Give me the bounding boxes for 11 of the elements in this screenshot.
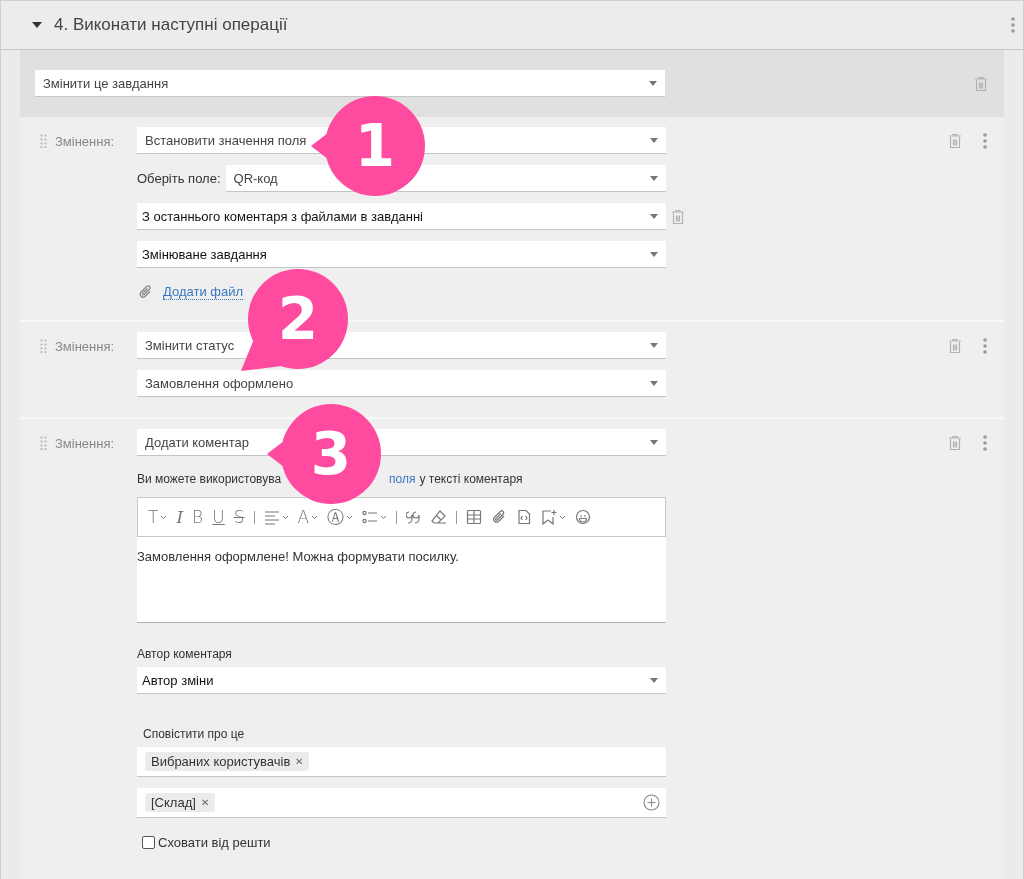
action-label: Змінення: (55, 436, 115, 451)
author-label: Автор коментаря (137, 646, 233, 661)
action-label: Змінення: (55, 134, 115, 149)
hint-text: Ви можете використовува (137, 472, 282, 486)
field-label: Оберіть поле: (137, 171, 221, 186)
notify-tag: Вибраних користувачів (151, 754, 291, 769)
section-title: 4. Виконати наступні операції (54, 15, 288, 35)
notify-label: Сповістити про це (142, 726, 246, 741)
hint-text: у тексті коментаря (419, 472, 523, 486)
recipient-tag: [Склад] (151, 795, 196, 810)
action-label: Змінення: (55, 339, 115, 354)
